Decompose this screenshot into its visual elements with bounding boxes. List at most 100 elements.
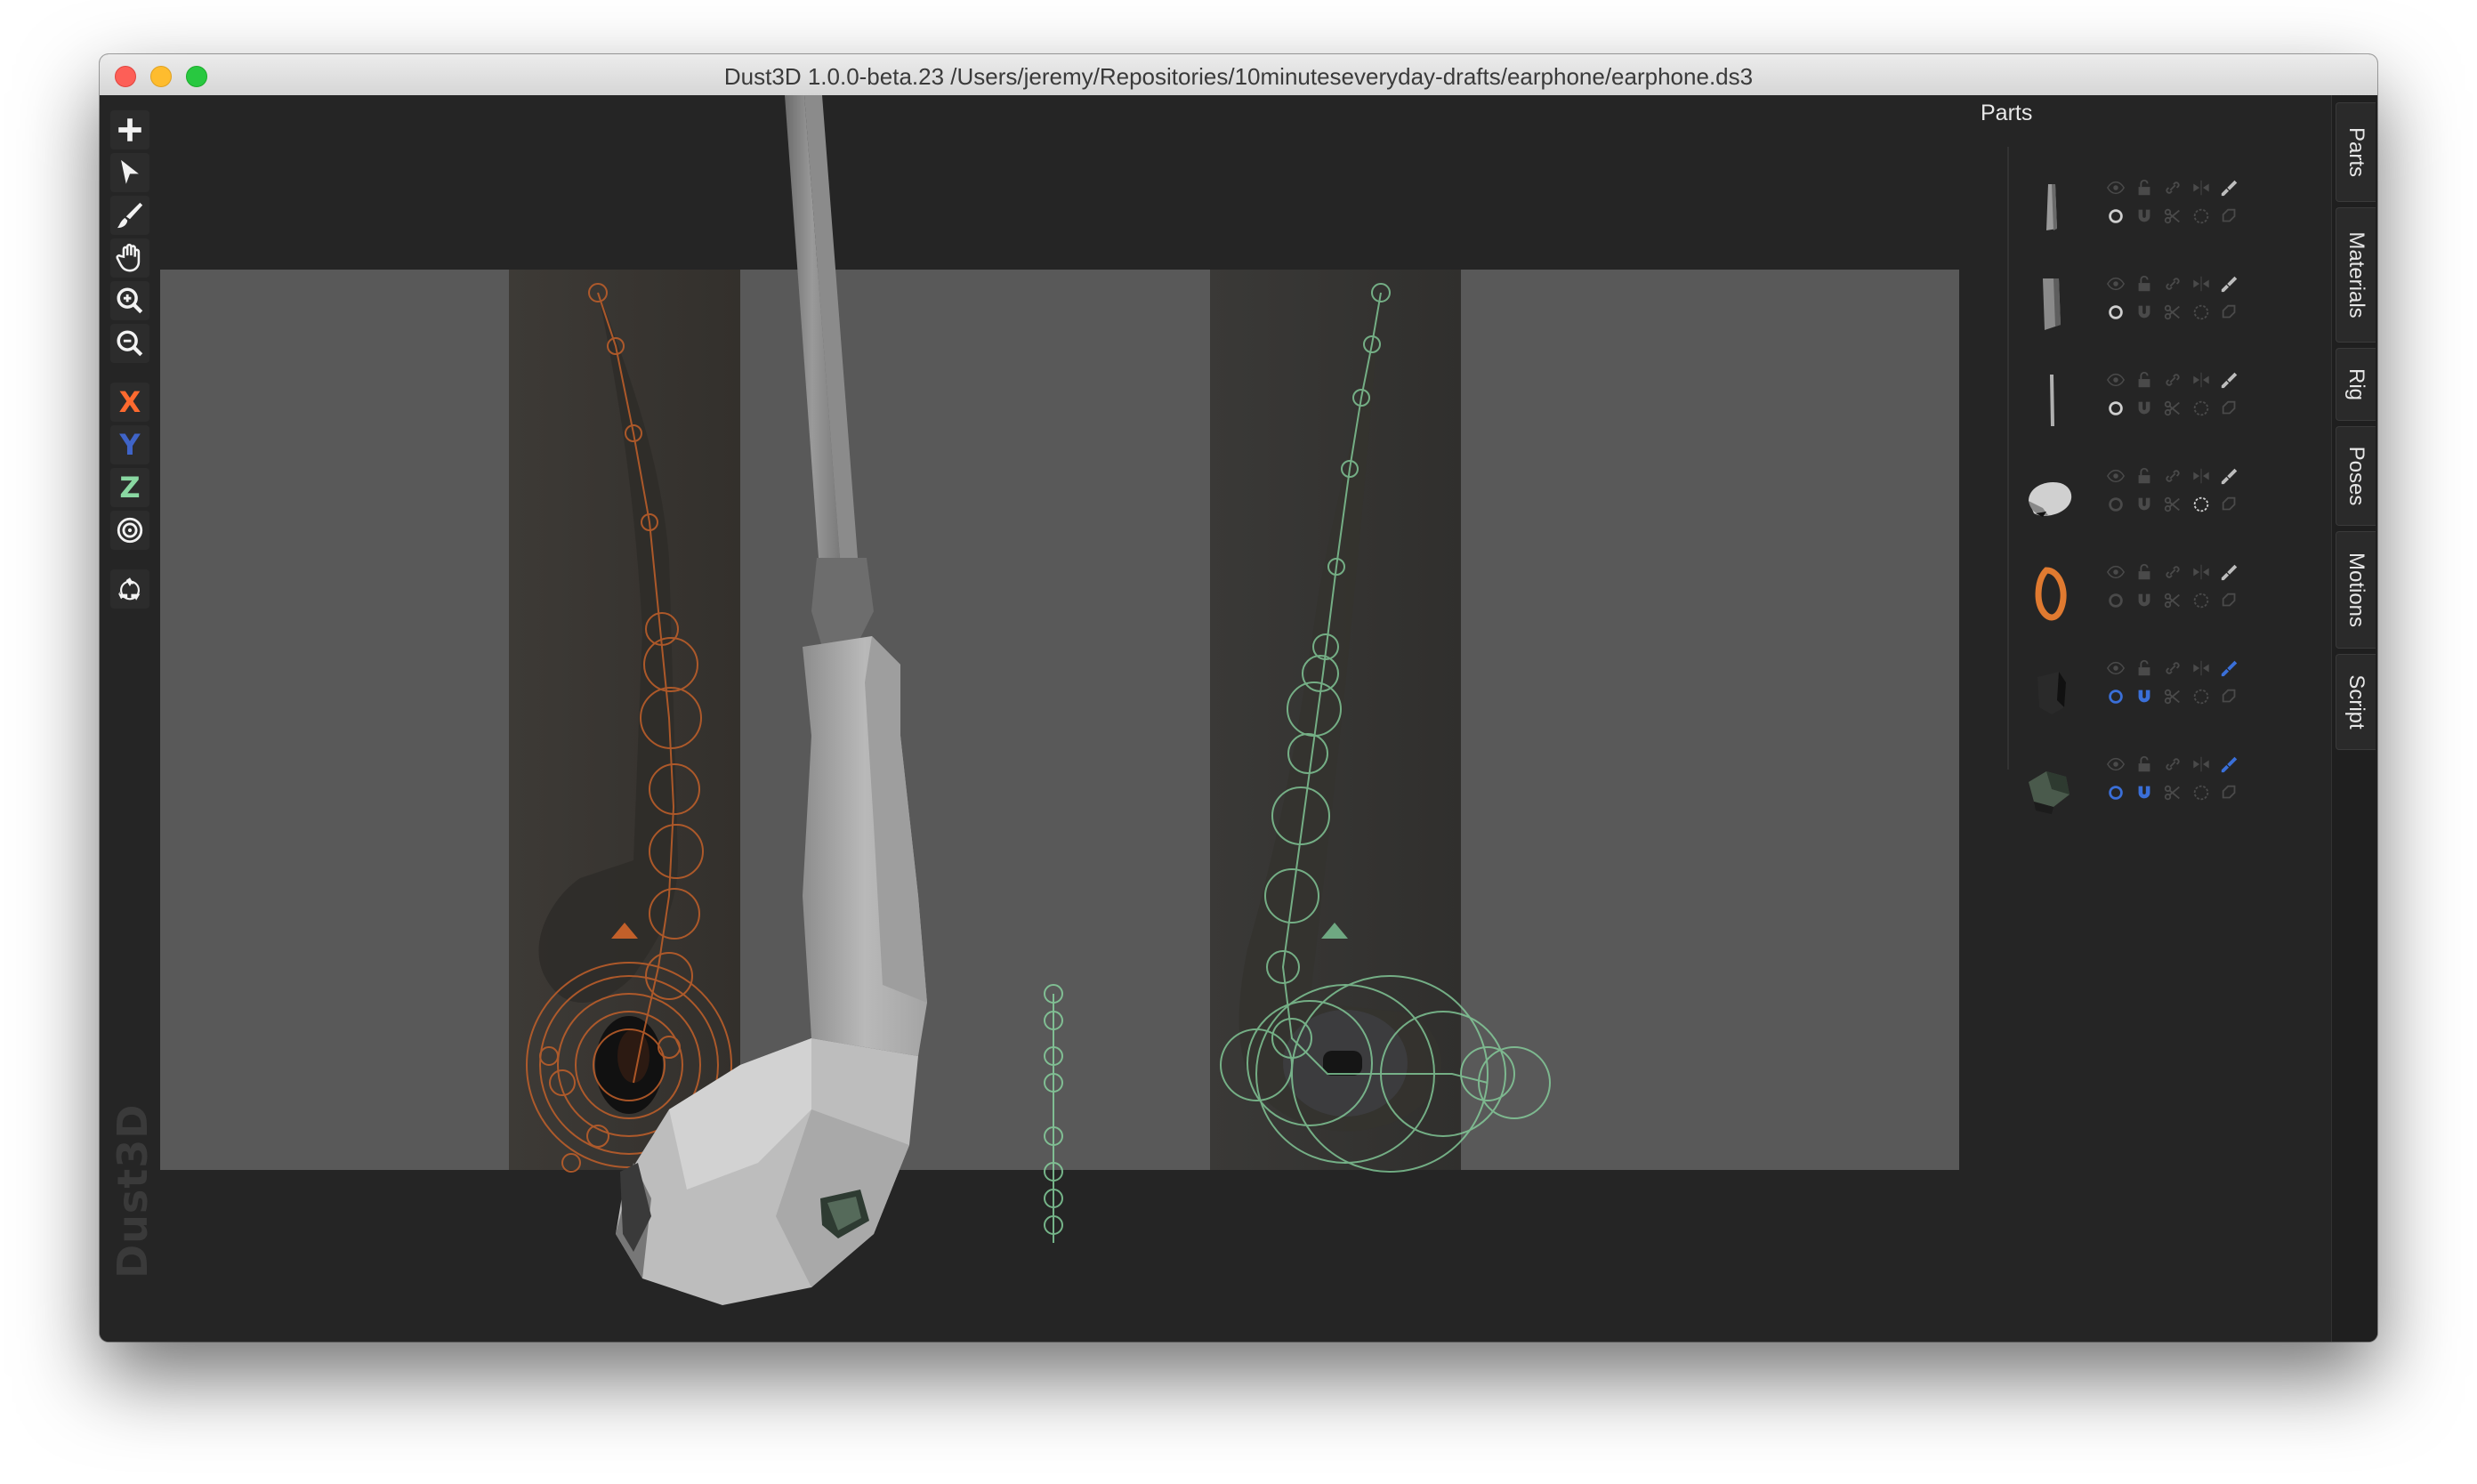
magnet-icon[interactable] (2134, 398, 2155, 419)
color-picker-icon[interactable] (2219, 465, 2240, 487)
lock-icon[interactable] (2134, 177, 2155, 198)
mirror-icon[interactable] (2191, 369, 2212, 391)
rotate-icon[interactable] (2191, 782, 2212, 803)
radius-toggle-icon[interactable] (2105, 686, 2126, 707)
magnet-icon[interactable] (2134, 494, 2155, 515)
visibility-eye-icon[interactable] (2105, 177, 2126, 198)
mirror-icon[interactable] (2191, 177, 2212, 198)
lock-icon[interactable] (2134, 369, 2155, 391)
duplicate-icon[interactable] (2219, 590, 2240, 611)
duplicate-icon[interactable] (2219, 782, 2240, 803)
magnet-icon[interactable] (2134, 782, 2155, 803)
part-thumbnail[interactable] (2016, 752, 2087, 823)
tab-motions[interactable]: Motions (2336, 531, 2376, 649)
color-picker-icon[interactable] (2219, 177, 2240, 198)
visibility-eye-icon[interactable] (2105, 561, 2126, 583)
mirror-icon[interactable] (2191, 657, 2212, 679)
link-icon[interactable] (2162, 657, 2183, 679)
part-thumbnail[interactable] (2016, 175, 2087, 246)
radius-toggle-icon[interactable] (2105, 206, 2126, 227)
color-picker-icon[interactable] (2219, 754, 2240, 775)
magnet-icon[interactable] (2134, 590, 2155, 611)
radius-toggle-icon[interactable] (2105, 494, 2126, 515)
rotate-icon[interactable] (2191, 686, 2212, 707)
tab-rig[interactable]: Rig (2336, 348, 2376, 421)
part-row[interactable] (2016, 362, 2336, 451)
part-thumbnail[interactable] (2016, 560, 2087, 631)
part-row[interactable] (2016, 170, 2336, 259)
visibility-eye-icon[interactable] (2105, 657, 2126, 679)
duplicate-icon[interactable] (2219, 686, 2240, 707)
rotate-icon[interactable] (2191, 302, 2212, 323)
part-row[interactable] (2016, 650, 2336, 739)
zoom-out-icon[interactable] (110, 324, 149, 363)
part-thumbnail[interactable] (2016, 656, 2087, 727)
link-icon[interactable] (2162, 561, 2183, 583)
magnet-icon[interactable] (2134, 302, 2155, 323)
link-icon[interactable] (2162, 177, 2183, 198)
rotate-icon[interactable] (2191, 590, 2212, 611)
recycle-icon[interactable] (110, 569, 149, 609)
tab-materials[interactable]: Materials (2336, 207, 2376, 343)
rotate-icon[interactable] (2191, 494, 2212, 515)
part-thumbnail[interactable] (2016, 367, 2087, 439)
cut-icon[interactable] (2162, 686, 2183, 707)
part-thumbnail[interactable] (2016, 271, 2087, 343)
radius-toggle-icon[interactable] (2105, 398, 2126, 419)
select-icon[interactable] (110, 153, 149, 192)
color-picker-icon[interactable] (2219, 561, 2240, 583)
visibility-eye-icon[interactable] (2105, 465, 2126, 487)
part-thumbnail[interactable] (2016, 464, 2087, 535)
lock-icon[interactable] (2134, 561, 2155, 583)
lock-icon[interactable] (2134, 754, 2155, 775)
color-picker-icon[interactable] (2219, 369, 2240, 391)
rotate-icon[interactable] (2191, 398, 2212, 419)
part-row[interactable] (2016, 746, 2336, 835)
tab-poses[interactable]: Poses (2336, 426, 2376, 526)
magnet-icon[interactable] (2134, 686, 2155, 707)
lock-icon[interactable] (2134, 465, 2155, 487)
color-picker-icon[interactable] (2219, 273, 2240, 294)
mirror-icon[interactable] (2191, 754, 2212, 775)
zoom-in-icon[interactable] (110, 281, 149, 320)
cut-icon[interactable] (2162, 590, 2183, 611)
cut-icon[interactable] (2162, 782, 2183, 803)
part-row[interactable] (2016, 554, 2336, 643)
link-icon[interactable] (2162, 754, 2183, 775)
radius-toggle-icon[interactable] (2105, 302, 2126, 323)
color-picker-icon[interactable] (2219, 657, 2240, 679)
cut-icon[interactable] (2162, 494, 2183, 515)
radius-toggle-icon[interactable] (2105, 782, 2126, 803)
cut-icon[interactable] (2162, 398, 2183, 419)
tab-script[interactable]: Script (2336, 654, 2376, 750)
visibility-eye-icon[interactable] (2105, 273, 2126, 294)
add-icon[interactable] (110, 110, 149, 149)
part-row[interactable] (2016, 458, 2336, 547)
magnet-icon[interactable] (2134, 206, 2155, 227)
radial-target-icon[interactable] (110, 511, 149, 550)
visibility-eye-icon[interactable] (2105, 754, 2126, 775)
model-canvas[interactable] (100, 95, 1959, 1342)
cut-icon[interactable] (2162, 206, 2183, 227)
duplicate-icon[interactable] (2219, 494, 2240, 515)
radius-toggle-icon[interactable] (2105, 590, 2126, 611)
link-icon[interactable] (2162, 465, 2183, 487)
paint-brush-icon[interactable] (110, 196, 149, 235)
link-icon[interactable] (2162, 273, 2183, 294)
link-icon[interactable] (2162, 369, 2183, 391)
z-axis-lock-button[interactable]: Z (110, 468, 149, 507)
x-axis-lock-button[interactable]: X (110, 383, 149, 422)
hand-drag-icon[interactable] (110, 238, 149, 278)
rotate-icon[interactable] (2191, 206, 2212, 227)
visibility-eye-icon[interactable] (2105, 369, 2126, 391)
y-axis-lock-button[interactable]: Y (110, 425, 149, 464)
lock-icon[interactable] (2134, 273, 2155, 294)
mirror-icon[interactable] (2191, 273, 2212, 294)
duplicate-icon[interactable] (2219, 302, 2240, 323)
mirror-icon[interactable] (2191, 561, 2212, 583)
mirror-icon[interactable] (2191, 465, 2212, 487)
cut-icon[interactable] (2162, 302, 2183, 323)
tab-parts[interactable]: Parts (2336, 102, 2376, 202)
part-row[interactable] (2016, 266, 2336, 355)
lock-icon[interactable] (2134, 657, 2155, 679)
